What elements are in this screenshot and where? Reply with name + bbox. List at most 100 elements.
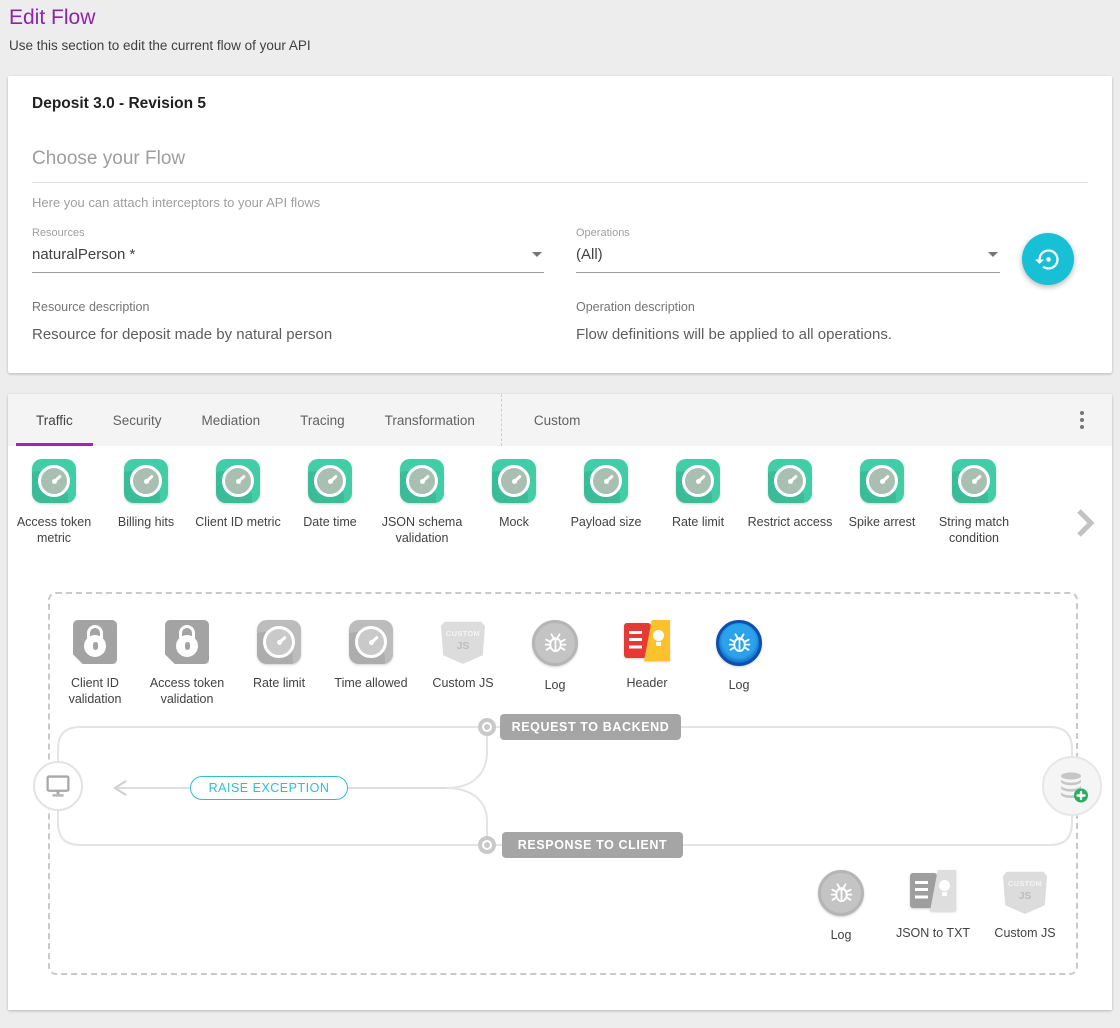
chevron-down-icon [532, 252, 542, 257]
interceptor-label: Log [831, 927, 852, 943]
palette-interceptor[interactable]: Restrict access [744, 459, 836, 575]
interceptor-label: Date time [303, 514, 357, 530]
json-to-txt-icon [910, 870, 956, 914]
gauge-icon [860, 459, 904, 503]
flow-interceptor[interactable]: Time allowed [325, 620, 417, 707]
palette-next-icon[interactable] [1072, 506, 1098, 540]
tab-tracing[interactable]: Tracing [280, 394, 365, 446]
flow-interceptor[interactable]: Rate limit [233, 620, 325, 707]
request-interceptors-row: Client ID validation Access token validat… [49, 620, 785, 707]
resource-description-label: Resource description [32, 300, 544, 314]
palette-interceptor[interactable]: Spike arrest [836, 459, 928, 575]
api-revision-title: Deposit 3.0 - Revision 5 [32, 95, 1088, 113]
operations-select[interactable]: Operations (All) [576, 227, 1000, 273]
interceptor-label: Client ID validation [69, 675, 122, 707]
tab-divider [501, 394, 502, 446]
tab-security[interactable]: Security [93, 394, 182, 446]
raise-exception-pill[interactable]: RAISE EXCEPTION [190, 776, 348, 800]
interceptor-label: Rate limit [672, 514, 724, 530]
flow-interceptor[interactable]: Log [509, 620, 601, 707]
flow-interceptor[interactable]: CUSTOMJS Custom JS [979, 870, 1071, 943]
resources-value: naturalPerson * [32, 246, 135, 263]
gauge-icon [584, 459, 628, 503]
resources-select[interactable]: Resources naturalPerson * [32, 227, 544, 273]
interceptor-label: Rate limit [253, 675, 305, 691]
flow-selector-fields: Resources naturalPerson * Operations (Al… [32, 227, 1088, 273]
gauge-icon [952, 459, 996, 503]
interceptor-label: Restrict access [748, 514, 833, 530]
palette-interceptor[interactable]: Access token metric [8, 459, 100, 575]
flow-editor-card: TrafficSecurityMediationTracingTransform… [8, 394, 1112, 1010]
log-bug-icon [716, 620, 762, 666]
interceptor-label: JSON to TXT [896, 925, 970, 941]
custom-js-icon: CUSTOMJS [441, 620, 485, 664]
response-interceptors-row: Log JSON to TXT CUSTOMJS Custom JS [795, 870, 1071, 943]
flow-interceptor[interactable]: Client ID validation [49, 620, 141, 707]
gauge-icon [257, 620, 301, 664]
flow-interceptor[interactable]: Header [601, 620, 693, 707]
palette-interceptor[interactable]: String match condition [928, 459, 1020, 575]
interceptor-label: JSON schema validation [382, 514, 463, 546]
palette-interceptor[interactable]: Payload size [560, 459, 652, 575]
tab-traffic[interactable]: Traffic [16, 394, 93, 446]
gauge-icon [216, 459, 260, 503]
interceptor-label: Header [627, 675, 668, 691]
flow-interceptor[interactable]: CUSTOMJSCustom JS [417, 620, 509, 707]
choose-flow-heading: Choose your Flow [32, 148, 1088, 183]
gauge-icon [676, 459, 720, 503]
palette-interceptor[interactable]: Date time [284, 459, 376, 575]
page-title: Edit Flow [9, 6, 1110, 30]
restore-icon [1035, 246, 1062, 273]
more-options-icon[interactable] [1076, 407, 1088, 433]
flow-interceptor[interactable]: JSON to TXT [887, 870, 979, 943]
gauge-icon [492, 459, 536, 503]
log-bug-icon [532, 620, 578, 666]
palette-interceptor[interactable]: Mock [468, 459, 560, 575]
client-endpoint[interactable] [33, 761, 83, 811]
descriptions-row: Resource description Resource for deposi… [32, 300, 1088, 343]
resources-label: Resources [32, 227, 544, 239]
choose-flow-hint: Here you can attach interceptors to your… [32, 195, 1088, 210]
operations-label: Operations [576, 227, 1000, 239]
operation-description-value: Flow definitions will be applied to all … [576, 326, 892, 343]
resource-description-value: Resource for deposit made by natural per… [32, 326, 544, 343]
palette-interceptor[interactable]: Client ID metric [192, 459, 284, 575]
palette-interceptor[interactable]: Billing hits [100, 459, 192, 575]
flow-interceptor[interactable]: Log [795, 870, 887, 943]
backend-endpoint[interactable] [1042, 756, 1102, 816]
interceptor-label: Mock [499, 514, 529, 530]
flow-selector-card: Deposit 3.0 - Revision 5 Choose your Flo… [8, 76, 1112, 373]
reload-flow-button[interactable] [1022, 233, 1074, 285]
interceptor-label: Spike arrest [849, 514, 916, 530]
interceptor-label: Access token metric [17, 514, 91, 546]
palette-interceptor[interactable]: JSON schema validation [376, 459, 468, 575]
interceptor-label: Client ID metric [195, 514, 280, 530]
gauge-icon [124, 459, 168, 503]
interceptor-label: Billing hits [118, 514, 174, 530]
interceptor-label: String match condition [939, 514, 1009, 546]
gauge-icon [308, 459, 352, 503]
response-to-client-pill: RESPONSE TO CLIENT [502, 832, 683, 858]
request-to-backend-pill: REQUEST TO BACKEND [500, 714, 681, 740]
page-header: Edit Flow Use this section to edit the c… [0, 0, 1120, 53]
interceptor-label: Log [545, 677, 566, 693]
operation-description-label: Operation description [576, 300, 892, 314]
gauge-icon [32, 459, 76, 503]
flow-interceptor[interactable]: Log [693, 620, 785, 707]
gauge-icon [400, 459, 444, 503]
custom-js-icon: CUSTOMJS [1003, 870, 1047, 914]
flow-canvas: Client ID validation Access token validat… [8, 575, 1112, 1010]
palette-interceptor[interactable]: Rate limit [652, 459, 744, 575]
gauge-icon [768, 459, 812, 503]
tab-transformation[interactable]: Transformation [365, 394, 495, 446]
response-flow-node[interactable] [478, 836, 496, 854]
flow-interceptor[interactable]: Access token validation [141, 620, 233, 707]
monitor-icon [41, 769, 75, 803]
chevron-down-icon [988, 252, 998, 257]
page-subtitle: Use this section to edit the current flo… [9, 38, 1110, 53]
tab-mediation[interactable]: Mediation [182, 394, 281, 446]
request-flow-node[interactable] [478, 718, 496, 736]
tab-custom[interactable]: Custom [514, 394, 601, 446]
interceptor-label: Custom JS [994, 925, 1055, 941]
interceptor-label: Time allowed [334, 675, 407, 691]
